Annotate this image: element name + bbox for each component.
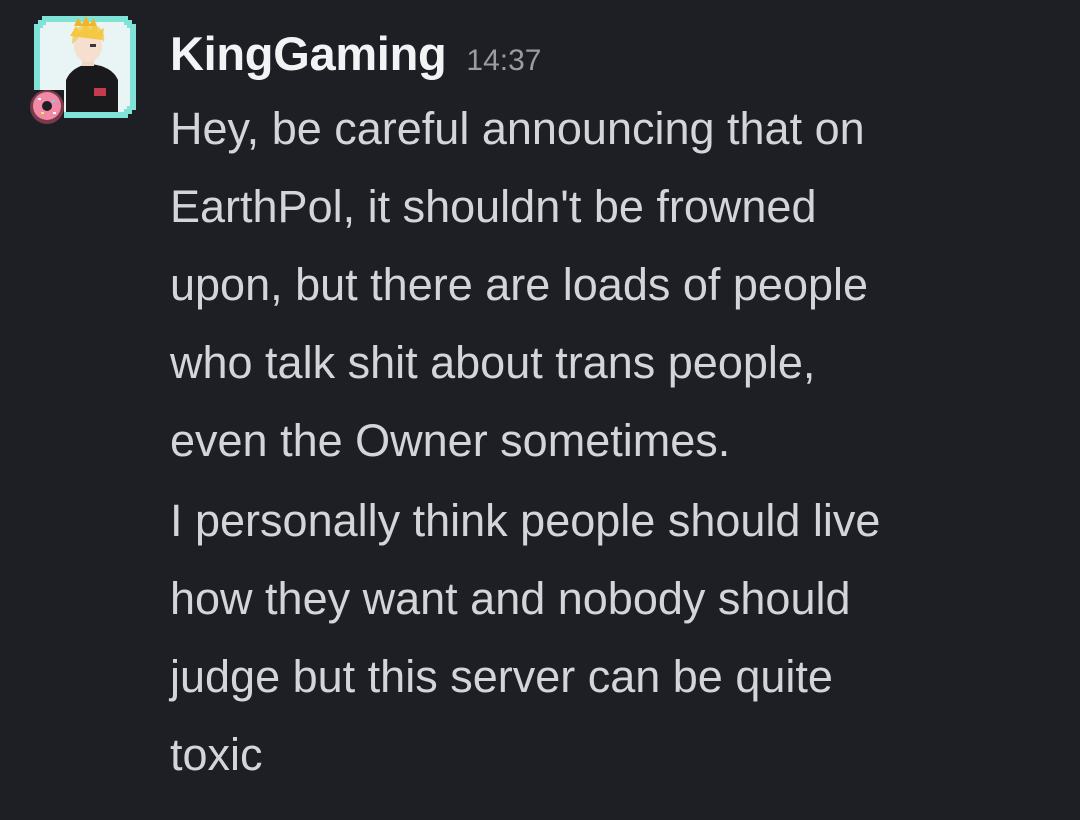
message-line: toxic (170, 729, 263, 780)
message-line: EarthPol, it shouldn't be frowned (170, 181, 817, 232)
message-header: KingGaming 14:37 (170, 24, 1060, 84)
message-line: Hey, be careful announcing that on (170, 103, 865, 154)
message-line: how they want and nobody should (170, 573, 851, 624)
message-line: even the Owner sometimes. (170, 415, 731, 466)
timestamp[interactable]: 14:37 (466, 31, 541, 91)
chat-message: KingGaming 14:37 Hey, be careful announc… (0, 0, 1080, 820)
message-line: upon, but there are loads of people (170, 259, 869, 310)
avatar[interactable] (24, 14, 140, 130)
donut-icon (30, 90, 64, 124)
message-line: judge but this server can be quite (170, 651, 833, 702)
username[interactable]: KingGaming (170, 24, 447, 84)
message-line: I personally think people should live (170, 495, 881, 546)
message-line: who talk shit about trans people, (170, 337, 816, 388)
message-paragraph: Hey, be careful announcing that on Earth… (170, 90, 1060, 480)
message-body: KingGaming 14:37 Hey, be careful announc… (170, 24, 1060, 794)
message-paragraph: I personally think people should live ho… (170, 482, 1060, 794)
